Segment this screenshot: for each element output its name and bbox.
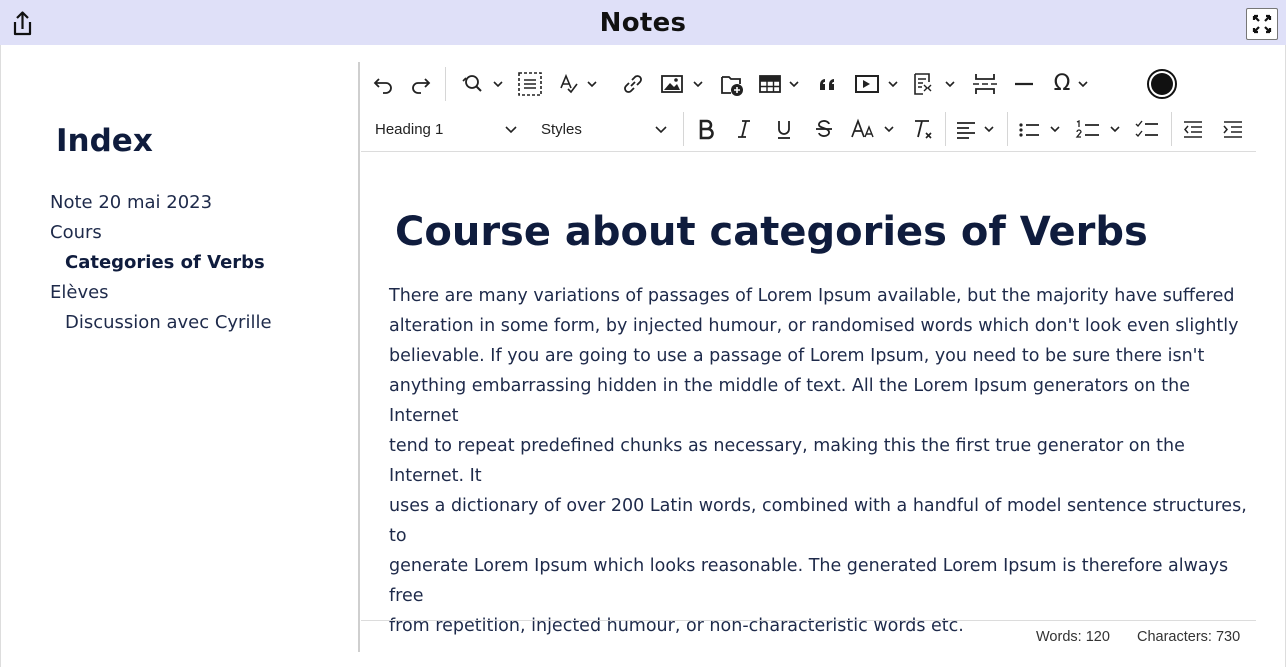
paragraph-line: uses a dictionary of over 200 Latin word…	[389, 496, 1247, 546]
select-all-icon[interactable]	[515, 70, 545, 98]
numbered-list-icon[interactable]	[1073, 115, 1127, 143]
checklist-icon[interactable]	[1133, 115, 1161, 143]
strikethrough-icon[interactable]	[811, 115, 837, 143]
sidebar-divider	[358, 62, 360, 652]
toolbar-separator	[945, 112, 946, 146]
chevron-down-icon	[505, 126, 517, 134]
template-icon[interactable]	[911, 70, 961, 98]
sidebar-item-categories-of-verbs[interactable]: Categories of Verbs	[65, 252, 265, 273]
media-icon[interactable]	[853, 70, 903, 98]
horizontal-rule-icon[interactable]	[1009, 70, 1039, 98]
styles-dropdown[interactable]: Styles	[541, 114, 671, 144]
sidebar: Index	[0, 45, 358, 667]
word-count[interactable]: Words: 120	[1036, 629, 1110, 645]
styles-value: Styles	[541, 120, 582, 138]
clear-format-icon[interactable]	[909, 115, 937, 143]
bullet-list-icon[interactable]	[1015, 115, 1065, 143]
page-break-icon[interactable]	[969, 70, 1001, 98]
paragraph-line: believable. If you are going to use a pa…	[389, 346, 1205, 366]
underline-icon[interactable]	[771, 115, 797, 143]
index-heading: Index	[56, 123, 153, 159]
document-body[interactable]: There are many variations of passages of…	[389, 281, 1257, 641]
special-char-icon[interactable]: Ω	[1049, 70, 1099, 98]
blockquote-icon[interactable]	[814, 70, 842, 98]
toolbar-separator	[445, 67, 446, 101]
character-count[interactable]: Characters: 730	[1137, 629, 1240, 645]
paragraph-line: anything embarrassing hidden in the midd…	[389, 376, 1191, 426]
status-bar: Words: 120 Characters: 730	[361, 620, 1256, 652]
spellcheck-icon[interactable]	[557, 70, 603, 98]
editor-toolbar: Ω Heading 1 Styles	[361, 62, 1256, 152]
undo-icon[interactable]	[369, 70, 397, 98]
outdent-icon[interactable]	[1179, 115, 1207, 143]
paragraph-line: There are many variations of passages of…	[389, 286, 1235, 306]
record-icon[interactable]	[1145, 68, 1179, 100]
sidebar-item-cours[interactable]: Cours	[50, 222, 102, 243]
align-icon[interactable]	[953, 115, 1003, 143]
insert-file-icon[interactable]	[717, 70, 747, 98]
sidebar-item-eleves[interactable]: Elèves	[50, 282, 109, 303]
fullscreen-icon	[1252, 14, 1272, 34]
toolbar-separator	[683, 112, 684, 146]
editor-content[interactable]: Course about categories of Verbs There a…	[361, 153, 1256, 636]
table-icon[interactable]	[757, 70, 805, 98]
link-icon[interactable]	[619, 70, 647, 98]
toolbar-separator	[1171, 112, 1172, 146]
block-format-dropdown[interactable]: Heading 1	[375, 114, 521, 144]
paragraph-line: tend to repeat predefined chunks as nece…	[389, 436, 1185, 486]
sidebar-item-note-20-mai-2023[interactable]: Note 20 mai 2023	[50, 192, 212, 213]
sidebar-item-discussion-avec-cyrille[interactable]: Discussion avec Cyrille	[65, 312, 272, 333]
bold-icon[interactable]	[693, 115, 719, 143]
toolbar-separator	[1007, 112, 1008, 146]
font-size-icon[interactable]	[849, 115, 901, 143]
block-format-value: Heading 1	[375, 120, 444, 138]
redo-icon[interactable]	[407, 70, 435, 98]
chevron-down-icon	[655, 126, 667, 134]
indent-icon[interactable]	[1219, 115, 1247, 143]
paragraph-line: generate Lorem Ipsum which looks reasona…	[389, 556, 1229, 606]
title-bar: Notes	[0, 0, 1286, 45]
app-title: Notes	[599, 8, 687, 38]
italic-icon[interactable]	[731, 115, 757, 143]
paragraph-line: alteration in some form, by injected hum…	[389, 316, 1239, 336]
special-char-label: Ω	[1053, 71, 1071, 96]
fullscreen-button[interactable]	[1246, 8, 1278, 40]
document-heading[interactable]: Course about categories of Verbs	[395, 209, 1148, 255]
find-replace-icon[interactable]	[459, 70, 509, 98]
image-icon[interactable]	[659, 70, 709, 98]
